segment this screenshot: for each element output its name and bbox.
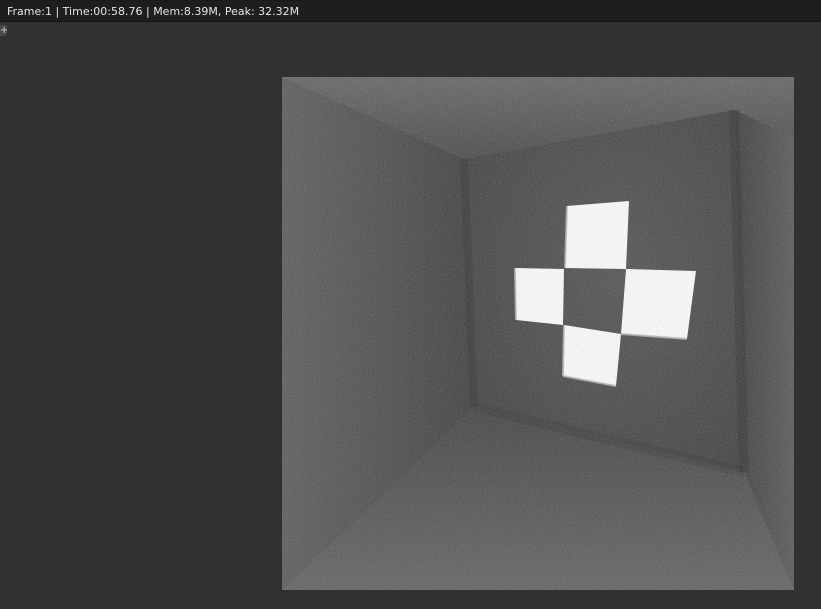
region-toggle-button[interactable]: + [0, 25, 7, 36]
render-status-bar: Frame:1 | Time:00:58.76 | Mem:8.39M, Pea… [0, 1, 821, 22]
render-status-text: Frame:1 | Time:00:58.76 | Mem:8.39M, Pea… [7, 5, 300, 18]
render-result-image[interactable] [282, 77, 794, 590]
render-scene [282, 77, 794, 590]
